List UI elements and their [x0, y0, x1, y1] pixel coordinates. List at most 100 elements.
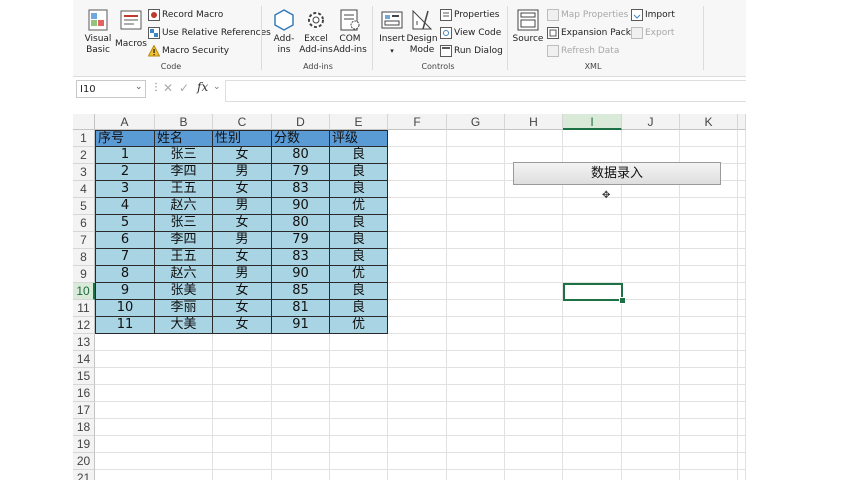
- table-cell[interactable]: 3: [95, 181, 155, 198]
- table-cell[interactable]: 大美: [155, 317, 213, 334]
- run-dialog-button[interactable]: Run Dialog: [439, 45, 503, 59]
- insert-function-icon[interactable]: fx: [197, 80, 208, 94]
- table-cell[interactable]: 男: [213, 232, 272, 249]
- source-button[interactable]: Source: [512, 6, 544, 56]
- column-header-j[interactable]: J: [622, 114, 680, 130]
- row-header-7[interactable]: 7: [73, 232, 95, 249]
- macro-security-button[interactable]: Macro Security: [147, 45, 257, 59]
- table-cell[interactable]: 8: [95, 266, 155, 283]
- insert-control-button[interactable]: Insert ▾: [376, 6, 408, 56]
- table-cell[interactable]: 81: [272, 300, 330, 317]
- row-header-3[interactable]: 3: [73, 164, 95, 181]
- record-macro-button[interactable]: Record Macro: [147, 9, 257, 23]
- table-cell[interactable]: 良: [330, 232, 388, 249]
- table-cell[interactable]: 90: [272, 198, 330, 215]
- excel-addins-button[interactable]: Excel Add-ins: [298, 6, 334, 56]
- table-header-cell[interactable]: 姓名: [155, 130, 213, 147]
- expansion-packs-button[interactable]: Expansion Packs: [546, 27, 636, 41]
- table-cell[interactable]: 女: [213, 300, 272, 317]
- table-cell[interactable]: 良: [330, 164, 388, 181]
- table-cell[interactable]: 1: [95, 147, 155, 164]
- table-header-cell[interactable]: 分数: [272, 130, 330, 147]
- com-addins-button[interactable]: COM Add-ins: [331, 6, 369, 56]
- cancel-icon[interactable]: ✕: [163, 81, 173, 95]
- table-cell[interactable]: 男: [213, 266, 272, 283]
- column-header-i[interactable]: I: [563, 114, 622, 130]
- addins-button[interactable]: Add- ins: [267, 6, 301, 56]
- row-header-12[interactable]: 12: [73, 317, 95, 334]
- visual-basic-button[interactable]: Visual Basic: [81, 6, 115, 56]
- table-cell[interactable]: 良: [330, 181, 388, 198]
- row-header-4[interactable]: 4: [73, 181, 95, 198]
- table-cell[interactable]: 赵六: [155, 266, 213, 283]
- data-entry-button[interactable]: 数据录入: [513, 162, 721, 185]
- more-options-icon[interactable]: ⋮: [151, 82, 161, 93]
- row-header-17[interactable]: 17: [73, 402, 95, 419]
- table-cell[interactable]: 79: [272, 232, 330, 249]
- table-cell[interactable]: 2: [95, 164, 155, 181]
- table-header-cell[interactable]: 性别: [213, 130, 272, 147]
- table-cell[interactable]: 90: [272, 266, 330, 283]
- table-cell[interactable]: 91: [272, 317, 330, 334]
- table-cell[interactable]: 良: [330, 147, 388, 164]
- import-button[interactable]: Import: [630, 9, 690, 23]
- table-cell[interactable]: 女: [213, 147, 272, 164]
- row-header-8[interactable]: 8: [73, 249, 95, 266]
- table-cell[interactable]: 张三: [155, 215, 213, 232]
- enter-icon[interactable]: ✓: [179, 81, 189, 95]
- table-cell[interactable]: 李丽: [155, 300, 213, 317]
- table-cell[interactable]: 王五: [155, 249, 213, 266]
- table-cell[interactable]: 良: [330, 300, 388, 317]
- macros-button[interactable]: Macros: [114, 6, 148, 49]
- row-header-14[interactable]: 14: [73, 351, 95, 368]
- use-relative-references-button[interactable]: Use Relative References: [147, 27, 271, 41]
- table-cell[interactable]: 李四: [155, 164, 213, 181]
- table-cell[interactable]: 优: [330, 198, 388, 215]
- properties-button[interactable]: Properties: [439, 9, 499, 23]
- design-mode-button[interactable]: Design Mode: [406, 6, 438, 56]
- table-cell[interactable]: 6: [95, 232, 155, 249]
- table-cell[interactable]: 女: [213, 283, 272, 300]
- column-header-k[interactable]: K: [680, 114, 738, 130]
- table-header-cell[interactable]: 序号: [95, 130, 155, 147]
- formula-input[interactable]: [225, 80, 746, 102]
- row-header-2[interactable]: 2: [73, 147, 95, 164]
- column-header-f[interactable]: F: [388, 114, 447, 130]
- column-header-c[interactable]: C: [213, 114, 272, 130]
- table-cell[interactable]: 11: [95, 317, 155, 334]
- fill-handle[interactable]: [619, 297, 626, 304]
- table-cell[interactable]: 良: [330, 249, 388, 266]
- table-cell[interactable]: 83: [272, 181, 330, 198]
- column-header-partial[interactable]: [738, 114, 746, 130]
- column-header-g[interactable]: G: [447, 114, 505, 130]
- table-cell[interactable]: 9: [95, 283, 155, 300]
- view-code-button[interactable]: View Code: [439, 27, 501, 41]
- table-cell[interactable]: 优: [330, 317, 388, 334]
- row-header-21[interactable]: 21: [73, 470, 95, 480]
- table-cell[interactable]: 男: [213, 198, 272, 215]
- table-cell[interactable]: 女: [213, 181, 272, 198]
- table-cell[interactable]: 80: [272, 147, 330, 164]
- table-cell[interactable]: 女: [213, 249, 272, 266]
- table-cell[interactable]: 赵六: [155, 198, 213, 215]
- table-cell[interactable]: 李四: [155, 232, 213, 249]
- table-cell[interactable]: 女: [213, 215, 272, 232]
- row-header-11[interactable]: 11: [73, 300, 95, 317]
- table-header-cell[interactable]: 评级: [330, 130, 388, 147]
- row-header-20[interactable]: 20: [73, 453, 95, 470]
- row-header-5[interactable]: 5: [73, 198, 95, 215]
- table-cell[interactable]: 张三: [155, 147, 213, 164]
- table-cell[interactable]: 4: [95, 198, 155, 215]
- row-header-1[interactable]: 1: [73, 130, 95, 147]
- selected-cell-i10[interactable]: [563, 283, 623, 301]
- table-cell[interactable]: 良: [330, 283, 388, 300]
- row-header-10[interactable]: 10: [73, 283, 95, 300]
- table-cell[interactable]: 女: [213, 317, 272, 334]
- chevron-down-icon[interactable]: ⌄: [135, 82, 143, 92]
- table-cell[interactable]: 10: [95, 300, 155, 317]
- column-header-h[interactable]: H: [505, 114, 563, 130]
- row-header-15[interactable]: 15: [73, 368, 95, 385]
- table-cell[interactable]: 85: [272, 283, 330, 300]
- row-header-9[interactable]: 9: [73, 266, 95, 283]
- row-header-18[interactable]: 18: [73, 419, 95, 436]
